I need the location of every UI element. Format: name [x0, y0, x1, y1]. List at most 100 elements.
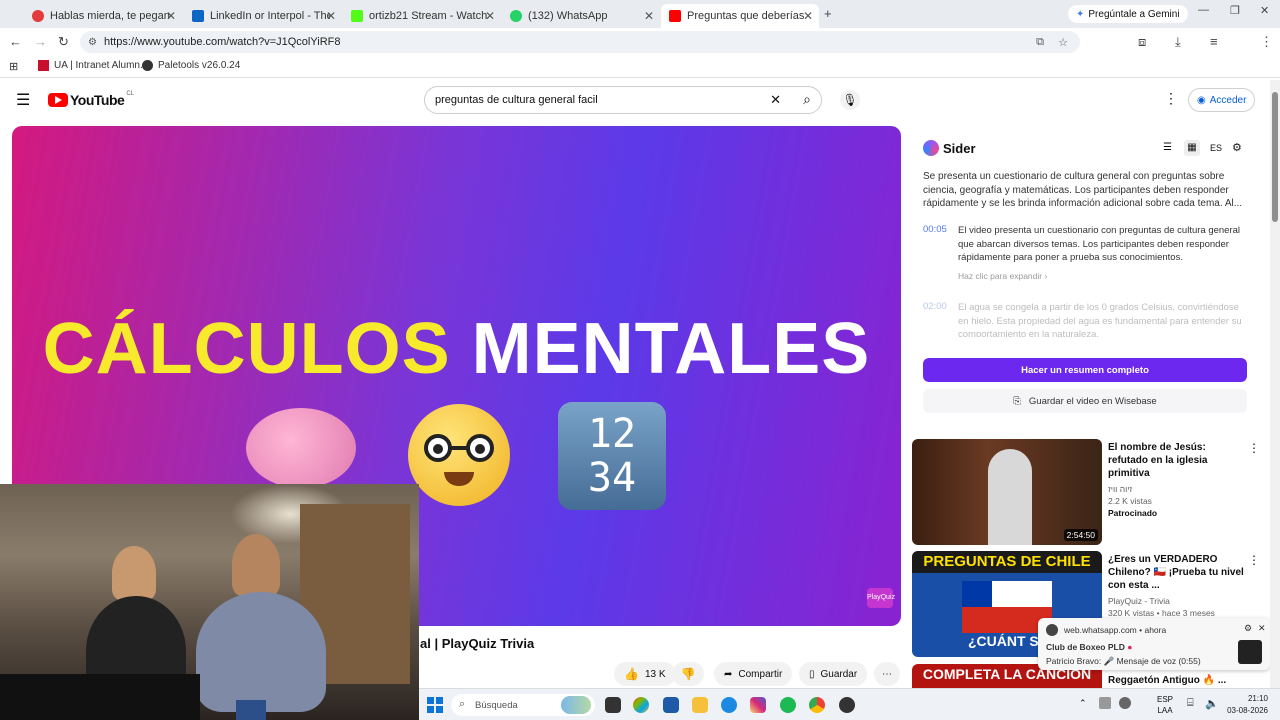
chrome-taskbar-icon[interactable] — [809, 697, 825, 713]
close-icon[interactable]: ✕ — [803, 9, 813, 23]
bookmark-paletools[interactable]: Paletools v26.0.24 — [142, 60, 240, 71]
brain-icon — [246, 408, 356, 488]
wisebase-button[interactable]: ⎘ Guardar el video en Wisebase — [923, 389, 1247, 413]
spotify-icon[interactable] — [780, 697, 796, 713]
save-button[interactable]: ▯ Guardar — [799, 662, 868, 686]
video-title[interactable]: Reggaetón Antiguo 🔥 ... — [1108, 674, 1248, 687]
sider-settings-icon[interactable]: ⚙ — [1232, 141, 1242, 154]
tray-app-icon[interactable] — [1119, 697, 1131, 709]
notification-close-icon[interactable]: ✕ — [1258, 623, 1266, 634]
expand-link[interactable]: Haz clic para expandir › — [958, 271, 1047, 281]
site-info-icon[interactable]: ⚙ — [88, 37, 97, 48]
bookmark-label: Paletools v26.0.24 — [158, 60, 241, 71]
reload-icon[interactable]: ↻ — [58, 34, 69, 50]
store-icon[interactable] — [663, 697, 679, 713]
timestamp-link[interactable]: 00:05 — [923, 224, 947, 235]
sign-in-button[interactable]: ◉ Acceder — [1188, 88, 1256, 112]
close-window-icon[interactable]: ✕ — [1260, 4, 1269, 17]
windows-taskbar: ⌕ Búsqueda ⌃ ESP LAA ⌸ 🔈 21:10 03-08-2026 — [419, 688, 1280, 720]
more-options-icon[interactable]: ⋮ — [1248, 441, 1260, 455]
extensions-icon[interactable]: ⧈ — [1138, 34, 1146, 50]
group-avatar — [1238, 640, 1262, 664]
channel-name[interactable]: PlayQuiz - Trivia — [1108, 596, 1248, 606]
tab-kick[interactable]: ortizb21 Stream - Watch Live o ✕ — [343, 4, 501, 28]
obs-icon[interactable] — [839, 697, 855, 713]
tab-hablas[interactable]: Hablas mierda, te pegan ✕ — [24, 4, 182, 28]
keyboard — [0, 674, 200, 720]
more-options-icon[interactable]: ⋮ — [1248, 553, 1260, 567]
search-input[interactable]: preguntas de cultura general facil ✕ ⌕ — [424, 86, 822, 114]
hamburger-menu-icon[interactable]: ☰ — [16, 90, 30, 110]
settings-more-icon[interactable]: ⋮ — [1164, 90, 1178, 107]
task-view-icon[interactable] — [605, 697, 621, 713]
tab-linkedin[interactable]: LinkedIn or Interpol - The Gam ✕ — [184, 4, 342, 28]
language-selector[interactable]: ES — [1210, 143, 1222, 153]
instagram-icon[interactable] — [750, 697, 766, 713]
grid-view-icon[interactable]: ▦ — [1184, 140, 1200, 156]
volume-icon[interactable]: 🔈 — [1205, 697, 1219, 710]
close-icon[interactable]: ✕ — [326, 9, 336, 23]
search-highlight-icon — [561, 696, 591, 714]
gemini-button[interactable]: ✦ Pregúntale a Gemini — [1068, 5, 1188, 23]
taskbar-search[interactable]: ⌕ Búsqueda — [451, 694, 595, 716]
network-icon[interactable]: ⌸ — [1187, 697, 1194, 710]
youtube-icon — [669, 10, 681, 22]
recommendation-item[interactable]: 2:54:50 El nombre de Jesús: refutado en … — [912, 439, 1262, 545]
whatsapp-notification[interactable]: web.whatsapp.com • ahora ⚙ ✕ Club de Box… — [1038, 618, 1270, 670]
forward-icon[interactable]: → — [34, 34, 47, 49]
full-summary-button[interactable]: Hacer un resumen completo — [923, 358, 1247, 382]
minimize-icon[interactable]: — — [1198, 4, 1209, 16]
share-button[interactable]: ➦ Compartir — [714, 662, 793, 686]
playquiz-badge: PlayQuiz — [867, 588, 895, 608]
person-right-body — [196, 592, 326, 712]
new-tab-icon[interactable]: + — [824, 6, 832, 21]
tab-whatsapp[interactable]: (132) WhatsApp ✕ — [502, 4, 660, 28]
tab-youtube-active[interactable]: Preguntas que deberías Saber ✕ — [661, 4, 819, 28]
channel-name[interactable]: זיוה וויז — [1108, 484, 1248, 494]
edge-icon[interactable] — [721, 697, 737, 713]
url-text: https://www.youtube.com/watch?v=J1QcolYi… — [104, 36, 341, 48]
bookmark-star-icon[interactable]: ☆ — [1058, 36, 1068, 49]
page-scrollbar[interactable] — [1270, 80, 1280, 688]
search-value: preguntas de cultura general facil — [435, 94, 598, 106]
close-icon[interactable]: ✕ — [166, 9, 176, 23]
apps-grid-icon[interactable]: ⊞ — [9, 60, 18, 73]
view-count: 2.2 K vistas — [1108, 496, 1152, 506]
voice-search-icon[interactable]: 🎙 — [840, 90, 860, 110]
input-language[interactable]: ESP LAA — [1157, 694, 1173, 716]
sign-in-label: Acceder — [1209, 94, 1247, 106]
media-icon[interactable]: ≡ — [1210, 34, 1218, 49]
youtube-header: ☰ YouTube CL preguntas de cultura genera… — [0, 80, 1270, 120]
video-meta: El nombre de Jesús: refutado en la igles… — [1108, 441, 1248, 518]
tray-app-icon[interactable] — [1099, 697, 1111, 709]
close-icon[interactable]: ✕ — [485, 9, 495, 23]
scrollbar-thumb[interactable] — [1272, 92, 1278, 222]
list-view-icon[interactable]: ☰ — [1163, 142, 1172, 153]
copilot-icon[interactable] — [633, 697, 649, 713]
close-icon[interactable]: ✕ — [644, 9, 654, 23]
back-icon[interactable]: ← — [9, 34, 22, 49]
download-icon[interactable]: ⤓ — [1175, 34, 1181, 50]
like-button[interactable]: 👍 13 K — [614, 662, 676, 686]
video-thumbnail[interactable]: 2:54:50 — [912, 439, 1102, 545]
maximize-icon[interactable]: ❐ — [1230, 4, 1240, 17]
search-icon[interactable]: ⌕ — [803, 91, 811, 108]
clear-search-icon[interactable]: ✕ — [770, 92, 781, 108]
windows-start-icon[interactable] — [427, 697, 443, 713]
notification-settings-icon[interactable]: ⚙ — [1244, 623, 1252, 634]
more-actions-button[interactable]: ⋯ — [874, 662, 900, 686]
dislike-button[interactable]: 👎 — [672, 662, 704, 686]
address-bar[interactable]: ⚙ https://www.youtube.com/watch?v=J1Qcol… — [80, 31, 1080, 53]
video-title[interactable]: ¿Eres un VERDADERO Chileno? 🇨🇱 ¡Prueba t… — [1108, 553, 1248, 592]
tray-chevron-icon[interactable]: ⌃ — [1079, 698, 1087, 709]
timestamp-link[interactable]: 02:00 — [923, 301, 947, 312]
bookmark-intranet[interactable]: UA | Intranet Alumn... — [38, 60, 148, 71]
browser-tab-bar: Hablas mierda, te pegan ✕ LinkedIn or In… — [0, 0, 1280, 28]
file-explorer-icon[interactable] — [692, 697, 708, 713]
install-icon[interactable]: ⧉ — [1036, 36, 1044, 49]
taskbar-clock[interactable]: 21:10 03-08-2026 — [1227, 693, 1268, 717]
youtube-logo[interactable]: YouTube CL — [48, 91, 134, 108]
summary-point: El agua se congela a partir de los 0 gra… — [958, 302, 1242, 337]
more-menu-icon[interactable]: ⋮ — [1260, 34, 1273, 50]
video-title[interactable]: El nombre de Jesús: refutado en la igles… — [1108, 441, 1248, 480]
